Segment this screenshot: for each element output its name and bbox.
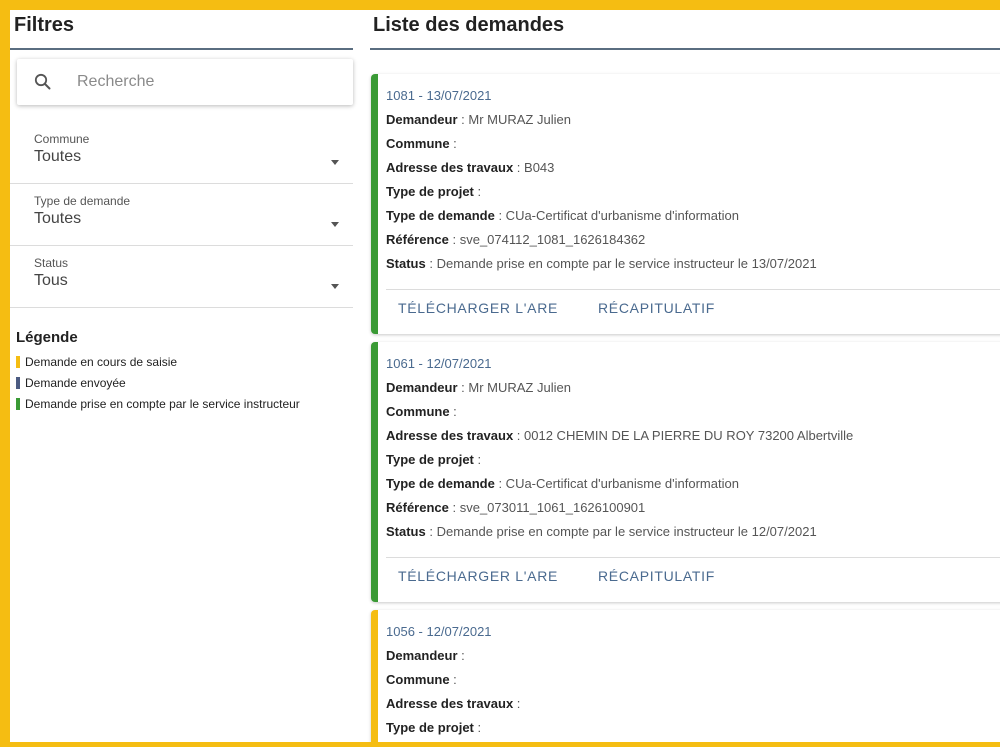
field-label: Status (386, 524, 426, 539)
field-value: : B043 (513, 160, 555, 175)
field-label: Adresse des travaux (386, 696, 514, 711)
type-demande-select[interactable]: Type de demande Toutes (10, 184, 353, 246)
field-value: : 0012 CHEMIN DE LA PIERRE DU ROY 73200 … (513, 428, 854, 443)
field-label: Type de demande (386, 208, 495, 223)
status-label: Status (34, 256, 69, 270)
demandeur-row: Demandeur : (386, 648, 465, 663)
card-divider (386, 289, 1000, 290)
type-projet-row: Type de projet : (386, 452, 481, 467)
field-value: : (513, 696, 521, 711)
search-icon (34, 73, 51, 90)
field-label: Demandeur (386, 648, 458, 663)
status-row: Status : Demande prise en compte par le … (386, 524, 817, 539)
field-value: : CUa-Certificat d'urbanisme d'informati… (494, 476, 739, 491)
request-header[interactable]: 1081 - 13/07/2021 (386, 88, 492, 103)
type-projet-row: Type de projet : (386, 184, 481, 199)
legend-label: Demande prise en compte par le service i… (25, 397, 300, 411)
caret-down-icon (331, 284, 339, 289)
status-row: Status : Demande prise en compte par le … (386, 256, 817, 271)
type-demande-row: Type de demande : CUa-Certificat d'urban… (386, 476, 739, 491)
field-label: Commune (386, 136, 450, 151)
type-demande-row: Type de demande : CUa-Certificat d'urban… (386, 208, 739, 223)
recapitulatif-button[interactable]: Récapitulatif (598, 300, 715, 316)
field-label: Référence (386, 232, 449, 247)
field-label: Type de projet (386, 184, 474, 199)
field-value: : (449, 672, 457, 687)
type-projet-row: Type de projet : (386, 720, 481, 735)
field-label: Adresse des travaux (386, 428, 514, 443)
field-label: Commune (386, 672, 450, 687)
adresse-row: Adresse des travaux : (386, 696, 520, 711)
legend-swatch (16, 398, 20, 410)
legend-label: Demande envoyée (25, 376, 126, 390)
legend-item-envoyee: Demande envoyée (16, 376, 126, 390)
commune-value: Toutes (34, 148, 82, 165)
reference-row: Référence : sve_074112_1081_1626184362 (386, 232, 645, 247)
adresse-row: Adresse des travaux : 0012 CHEMIN DE LA … (386, 428, 853, 443)
field-value: : (449, 136, 457, 151)
commune-label: Commune (34, 132, 90, 146)
field-label: Demandeur (386, 112, 458, 127)
field-value: : Mr MURAZ Julien (457, 112, 571, 127)
field-value: : (473, 184, 482, 199)
demandeur-row: Demandeur : Mr MURAZ Julien (386, 112, 571, 127)
download-are-button[interactable]: Télécharger l'ARE (398, 300, 558, 316)
legend-swatch (16, 356, 20, 368)
list-title: Liste des demandes (373, 14, 565, 36)
request-header[interactable]: 1061 - 12/07/2021 (386, 356, 492, 371)
search-input[interactable] (77, 68, 337, 96)
legend-label: Demande en cours de saisie (25, 355, 178, 369)
status-value: Tous (34, 272, 68, 289)
field-label: Type de projet (386, 452, 474, 467)
filters-panel: Filtres Commune Toutes Type de demande T… (10, 10, 362, 742)
request-card: 1081 - 13/07/2021 Demandeur : Mr MURAZ J… (371, 74, 1000, 334)
search-box[interactable] (17, 59, 353, 105)
commune-select[interactable]: Commune Toutes (10, 122, 353, 184)
recapitulatif-button[interactable]: Récapitulatif (598, 568, 715, 584)
request-card: 1056 - 12/07/2021 Demandeur : Commune : … (371, 610, 1000, 747)
legend-swatch (16, 377, 20, 389)
commune-row: Commune : (386, 136, 457, 151)
caret-down-icon (331, 160, 339, 165)
field-value: : sve_073011_1061_1626100901 (448, 500, 646, 515)
card-divider (386, 557, 1000, 558)
field-value: : (449, 404, 457, 419)
legend-item-saisie: Demande en cours de saisie (16, 355, 177, 369)
reference-row: Référence : sve_073011_1061_1626100901 (386, 500, 645, 515)
field-label: Type de demande (386, 476, 495, 491)
field-label: Référence (386, 500, 449, 515)
field-label: Commune (386, 404, 450, 419)
type-demande-label: Type de demande (34, 194, 131, 208)
field-value: : sve_074112_1081_1626184362 (448, 232, 646, 247)
commune-row: Commune : (386, 672, 457, 687)
field-label: Demandeur (386, 380, 458, 395)
filters-title: Filtres (14, 14, 75, 36)
status-select[interactable]: Status Tous (10, 246, 353, 308)
filters-title-rule (10, 48, 353, 50)
legend-item-prise-en-compte: Demande prise en compte par le service i… (16, 397, 300, 411)
request-header[interactable]: 1056 - 12/07/2021 (386, 624, 492, 639)
field-value: : Mr MURAZ Julien (457, 380, 571, 395)
field-value: : CUa-Certificat d'urbanisme d'informati… (494, 208, 739, 223)
field-value: : (457, 648, 465, 663)
adresse-row: Adresse des travaux : B043 (386, 160, 554, 175)
request-card: 1061 - 12/07/2021 Demandeur : Mr MURAZ J… (371, 342, 1000, 602)
list-title-rule (370, 48, 1000, 50)
field-label: Status (386, 256, 426, 271)
field-value: : Demande prise en compte par le service… (425, 256, 817, 271)
field-value: : Demande prise en compte par le service… (425, 524, 817, 539)
caret-down-icon (331, 222, 339, 227)
demandeur-row: Demandeur : Mr MURAZ Julien (386, 380, 571, 395)
field-value: : (473, 720, 482, 735)
commune-row: Commune : (386, 404, 457, 419)
field-value: : (473, 452, 482, 467)
legend-title: Légende (16, 329, 78, 346)
field-label: Adresse des travaux (386, 160, 514, 175)
field-label: Type de projet (386, 720, 474, 735)
download-are-button[interactable]: Télécharger l'ARE (398, 568, 558, 584)
type-demande-value: Toutes (34, 210, 82, 227)
